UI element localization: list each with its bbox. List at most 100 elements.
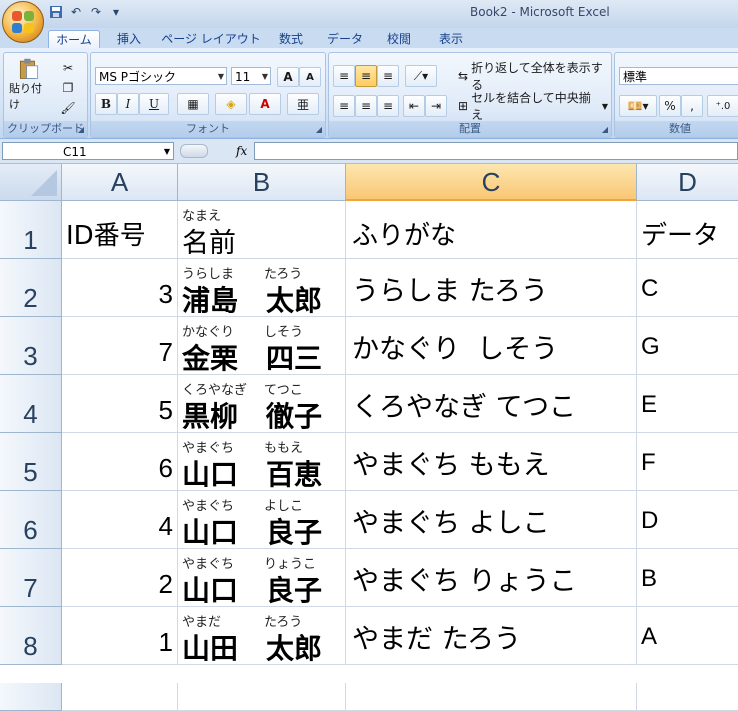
align-left-icon[interactable]: ≡ [333,95,355,117]
table-cell-data[interactable]: D [637,491,738,549]
table-cell-id[interactable]: 6 [62,433,178,491]
comma-button[interactable]: , [681,95,703,117]
tab-review[interactable]: 校閲 [378,30,420,48]
select-all-corner[interactable] [0,164,62,201]
fill-color-icon[interactable]: ◈ [215,93,247,115]
cut-icon[interactable]: ✂ [56,57,80,79]
name-box[interactable]: C11 ▼ [2,142,174,160]
row-header-7[interactable]: 7 [0,549,62,607]
bold-button[interactable]: B [95,93,117,115]
insert-function-icon[interactable]: fx [236,144,247,158]
dialog-launcher-icon[interactable]: ◢ [602,125,608,134]
table-cell-name[interactable]: やまぐち よしこ 山口 良子 [178,491,346,549]
row-header-6[interactable]: 6 [0,491,62,549]
align-center-icon[interactable]: ≡ [355,95,377,117]
table-cell-kana[interactable]: くろやなぎ てつこ [346,375,637,433]
cell-a9[interactable] [62,683,178,711]
cell-d9[interactable] [637,683,738,711]
table-cell-kana[interactable]: やまぐち りょうこ [346,549,637,607]
font-name-combo[interactable]: MS Pゴシック ▼ [95,67,227,85]
cell-b9[interactable] [178,683,346,711]
table-cell-id[interactable]: 4 [62,491,178,549]
align-right-icon[interactable]: ≡ [377,95,399,117]
wrap-text-button[interactable]: ⇆ 折り返して全体を表示する [457,61,609,92]
row-header-8[interactable]: 8 [0,607,62,665]
table-cell-data[interactable]: E [637,375,738,433]
decrease-indent-icon[interactable]: ⇤ [403,95,425,117]
cell-b1[interactable]: なまえ 名前 [178,201,346,259]
table-cell-id[interactable]: 5 [62,375,178,433]
row-header-1[interactable]: 1 [0,201,62,259]
table-cell-kana[interactable]: やまぐち よしこ [346,491,637,549]
save-icon[interactable] [48,4,64,20]
tab-home[interactable]: ホーム [48,30,100,49]
row-header-5[interactable]: 5 [0,433,62,491]
table-cell-data[interactable]: B [637,549,738,607]
table-cell-kana[interactable]: やまだ たろう [346,607,637,665]
tab-insert[interactable]: 挿入 [108,30,150,48]
increase-indent-icon[interactable]: ⇥ [425,95,447,117]
orientation-icon[interactable]: ⟋▾ [405,65,437,87]
table-cell-kana[interactable]: うらしま たろう [346,259,637,317]
row-header-2[interactable]: 2 [0,259,62,317]
percent-button[interactable]: % [659,95,681,117]
row-header-3[interactable]: 3 [0,317,62,375]
row-header-9[interactable] [0,683,62,711]
column-header-b[interactable]: B [178,164,346,201]
table-cell-kana[interactable]: やまぐち ももえ [346,433,637,491]
formula-input[interactable] [254,142,738,160]
number-format-combo[interactable]: 標準 [619,67,738,85]
borders-icon[interactable]: ▦ [177,93,209,115]
cell-a1[interactable]: ID番号 [62,201,178,259]
tab-data[interactable]: データ [322,30,368,48]
undo-icon[interactable]: ↶ [68,4,84,20]
align-top-icon[interactable]: ≡ [333,65,355,87]
increase-decimal-icon[interactable]: ⁺.0 [707,95,738,117]
table-cell-data[interactable]: A [637,607,738,665]
office-button[interactable] [2,1,44,43]
cell-d1[interactable]: データ [637,201,738,259]
grow-font-button[interactable]: A [277,67,299,87]
table-cell-name[interactable]: やまぐち りょうこ 山口 良子 [178,549,346,607]
font-color-icon[interactable]: A [249,93,281,115]
dialog-launcher-icon[interactable]: ◢ [78,125,84,134]
table-cell-name[interactable]: やまぐち ももえ 山口 百恵 [178,433,346,491]
shrink-font-button[interactable]: A [299,67,321,87]
tab-view[interactable]: 表示 [430,30,472,48]
cell-c9[interactable] [346,683,637,711]
table-cell-name[interactable]: やまだ たろう 山田 太郎 [178,607,346,665]
copy-icon[interactable]: ❐ [56,77,80,99]
align-middle-icon[interactable]: ≡ [355,65,377,87]
merge-center-button[interactable]: ⊞ セルを結合して中央揃え ▼ [457,91,609,122]
row-header-4[interactable]: 4 [0,375,62,433]
currency-icon[interactable]: 💴▾ [619,95,657,117]
underline-button[interactable]: U [139,93,169,115]
dialog-launcher-icon[interactable]: ◢ [316,125,322,134]
table-cell-name[interactable]: かなぐり しそう 金栗 四三 [178,317,346,375]
table-cell-data[interactable]: G [637,317,738,375]
tab-page-layout[interactable]: ページ レイアウト [160,30,262,48]
column-header-a[interactable]: A [62,164,178,201]
format-painter-icon[interactable]: 🖌 [56,97,80,119]
table-cell-data[interactable]: F [637,433,738,491]
column-header-c[interactable]: C [346,164,637,201]
expand-handle-icon[interactable] [180,144,208,158]
paste-button[interactable]: 貼り付け [8,57,50,113]
align-bottom-icon[interactable]: ≡ [377,65,399,87]
redo-icon[interactable]: ↷ [88,4,104,20]
phonetic-guide-icon[interactable]: 亜 [287,93,319,115]
table-cell-id[interactable]: 1 [62,607,178,665]
tab-formulas[interactable]: 数式 [270,30,312,48]
table-cell-data[interactable]: C [637,259,738,317]
table-cell-id[interactable]: 7 [62,317,178,375]
table-cell-kana[interactable]: かなぐり しそう [346,317,637,375]
customize-qat-icon[interactable]: ▾ [108,4,124,20]
column-header-d[interactable]: D [637,164,738,201]
cell-c1[interactable]: ふりがな [346,201,637,259]
font-size-combo[interactable]: 11 ▼ [231,67,271,85]
table-cell-name[interactable]: くろやなぎ てつこ 黒柳 徹子 [178,375,346,433]
table-cell-name[interactable]: うらしま たろう 浦島 太郎 [178,259,346,317]
italic-button[interactable]: I [117,93,139,115]
table-cell-id[interactable]: 3 [62,259,178,317]
table-cell-id[interactable]: 2 [62,549,178,607]
